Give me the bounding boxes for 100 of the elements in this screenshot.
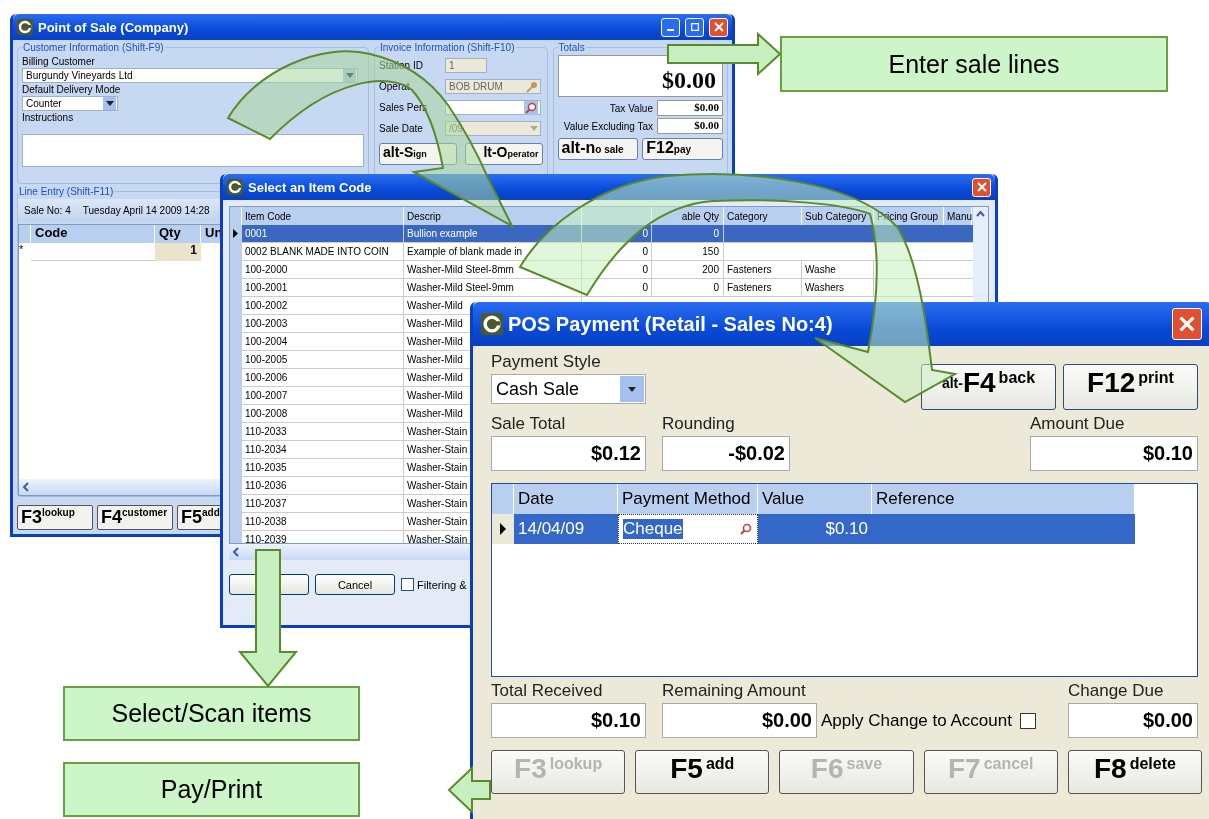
key-icon xyxy=(526,80,538,93)
table-cell: Washers xyxy=(802,279,874,296)
table-cell: 1 xyxy=(155,243,201,261)
field-label: Change Due xyxy=(1068,681,1165,702)
caret-icon xyxy=(628,386,636,392)
sale-date: Tuesday April 14 2009 14:28 xyxy=(82,204,210,216)
window-title: Point of Sale (Company) xyxy=(38,19,189,35)
callout-box: Enter sale lines xyxy=(780,36,1168,92)
table-cell: Fasteners xyxy=(724,261,802,278)
group-title: Totals xyxy=(557,42,586,53)
column-header[interactable]: Descrip xyxy=(407,210,441,222)
table-cell: 0 xyxy=(652,225,724,242)
field-label: Instructions xyxy=(22,112,75,123)
table-cell: 100-2006 xyxy=(242,369,404,386)
amount-field: $0.00 xyxy=(657,100,723,116)
amount-field: $0.00 xyxy=(662,703,817,738)
group-title: Line Entry (Shift-F11) xyxy=(18,186,115,197)
table-cell: 150 xyxy=(652,243,724,260)
table-cell: 100-2005 xyxy=(242,351,404,368)
field-label: Rounding xyxy=(662,414,736,435)
column-header[interactable]: Category xyxy=(727,210,768,222)
field-label: Default Delivery Mode xyxy=(22,84,122,95)
column-header[interactable]: able Qty xyxy=(681,210,719,222)
minimize-button[interactable] xyxy=(661,17,680,37)
amount-field: $0.12 xyxy=(491,436,646,471)
table-cell: 100-2002 xyxy=(242,297,404,314)
table-cell: 200 xyxy=(652,261,724,278)
table-cell: Washe xyxy=(802,261,874,278)
input-field[interactable] xyxy=(445,100,541,115)
amount-field: $0.10 xyxy=(491,703,646,738)
amount-field: $0.00 xyxy=(657,118,723,134)
table-cell: 110-2037 xyxy=(242,495,404,512)
caret-icon xyxy=(105,101,114,106)
column-header[interactable]: Item Code xyxy=(245,210,292,222)
table-cell: 100-2001 xyxy=(242,279,404,296)
column-header[interactable]: Code xyxy=(31,225,155,243)
window-title: Select an Item Code xyxy=(248,179,372,195)
table-row[interactable]: 14/04/09 Cheque $0.10 xyxy=(492,514,1135,544)
row-pointer-icon xyxy=(500,523,506,535)
delivery-mode-dropdown[interactable]: Counter xyxy=(22,96,118,111)
table-cell: 100-2003 xyxy=(242,315,404,332)
maximize-button[interactable] xyxy=(685,17,704,37)
column-header[interactable]: Sub Category xyxy=(805,210,867,222)
close-button[interactable] xyxy=(709,17,728,37)
app-icon xyxy=(481,313,503,335)
table-cell: 100-2007 xyxy=(242,387,404,404)
callout-box: Select/Scan items xyxy=(63,686,360,741)
caret-icon xyxy=(345,73,354,78)
amount-field: $0.10 xyxy=(1030,436,1198,471)
table-cell: 100-2000 xyxy=(242,261,404,278)
customer-field[interactable]: Burgundy Vineyards Ltd xyxy=(22,68,358,83)
sale-number: Sale No: 4 xyxy=(24,204,71,216)
app-icon xyxy=(227,179,243,195)
search-icon xyxy=(739,522,753,536)
apply-change-checkbox[interactable]: Apply Change to Account xyxy=(821,703,1036,738)
table-cell-text: $0.10 xyxy=(824,518,869,540)
table-cell: 0001 xyxy=(242,225,404,242)
close-icon xyxy=(976,182,987,192)
row-pointer-icon xyxy=(233,229,238,238)
table-cell: 100-2008 xyxy=(242,405,404,422)
instructions-field[interactable] xyxy=(22,134,364,167)
maximize-icon xyxy=(690,23,699,31)
field-label: Value Excluding Tax xyxy=(563,120,653,132)
total-display: $0.00 xyxy=(557,55,723,97)
field-label: Sale Date xyxy=(379,123,424,134)
amount-field: -$0.02 xyxy=(662,436,790,471)
input-field[interactable]: 1 xyxy=(445,58,487,73)
app-icon xyxy=(17,19,33,35)
field-label: Total Received xyxy=(491,681,604,702)
filter-checkbox[interactable]: Filtering & xyxy=(401,578,467,591)
payment-style-dropdown[interactable]: Cash Sale xyxy=(491,374,646,404)
close-button[interactable] xyxy=(1172,308,1202,340)
callout-box: Pay/Print xyxy=(63,762,360,817)
row-marker: * xyxy=(19,243,25,257)
left-arrow xyxy=(447,765,491,815)
table-cell: Fasteners xyxy=(724,279,802,296)
table-cell: 110-2038 xyxy=(242,513,404,530)
dropdown-button[interactable] xyxy=(103,97,116,110)
field-label: Remaining Amount xyxy=(662,681,807,702)
group-title: Customer Information (Shift-F9) xyxy=(22,42,165,53)
cancel-button[interactable]: Cancel xyxy=(315,574,395,595)
field-label: Billing Customer xyxy=(22,56,96,67)
amount-field: $0.00 xyxy=(1068,703,1198,738)
dropdown-button[interactable] xyxy=(620,376,644,402)
column-header[interactable]: Manu xyxy=(947,210,972,222)
close-icon xyxy=(713,22,724,32)
row-selector[interactable] xyxy=(230,225,242,242)
search-icon xyxy=(524,100,538,115)
field-label: Tax Value xyxy=(609,102,653,114)
field-label: Amount Due xyxy=(1030,414,1126,435)
payment-method-field[interactable]: Cheque xyxy=(618,514,758,544)
table-cell: 110-2033 xyxy=(242,423,404,440)
input-field[interactable]: BOB DRUM xyxy=(445,79,541,94)
table-cell: 110-2035 xyxy=(242,459,404,476)
group-title: Invoice Information (Shift-F10) xyxy=(379,42,516,53)
table-cell: 110-2036 xyxy=(242,477,404,494)
close-button[interactable] xyxy=(972,177,991,197)
table-cell: 100-2004 xyxy=(242,333,404,350)
close-icon xyxy=(1179,316,1195,332)
row-selector[interactable] xyxy=(492,514,514,544)
